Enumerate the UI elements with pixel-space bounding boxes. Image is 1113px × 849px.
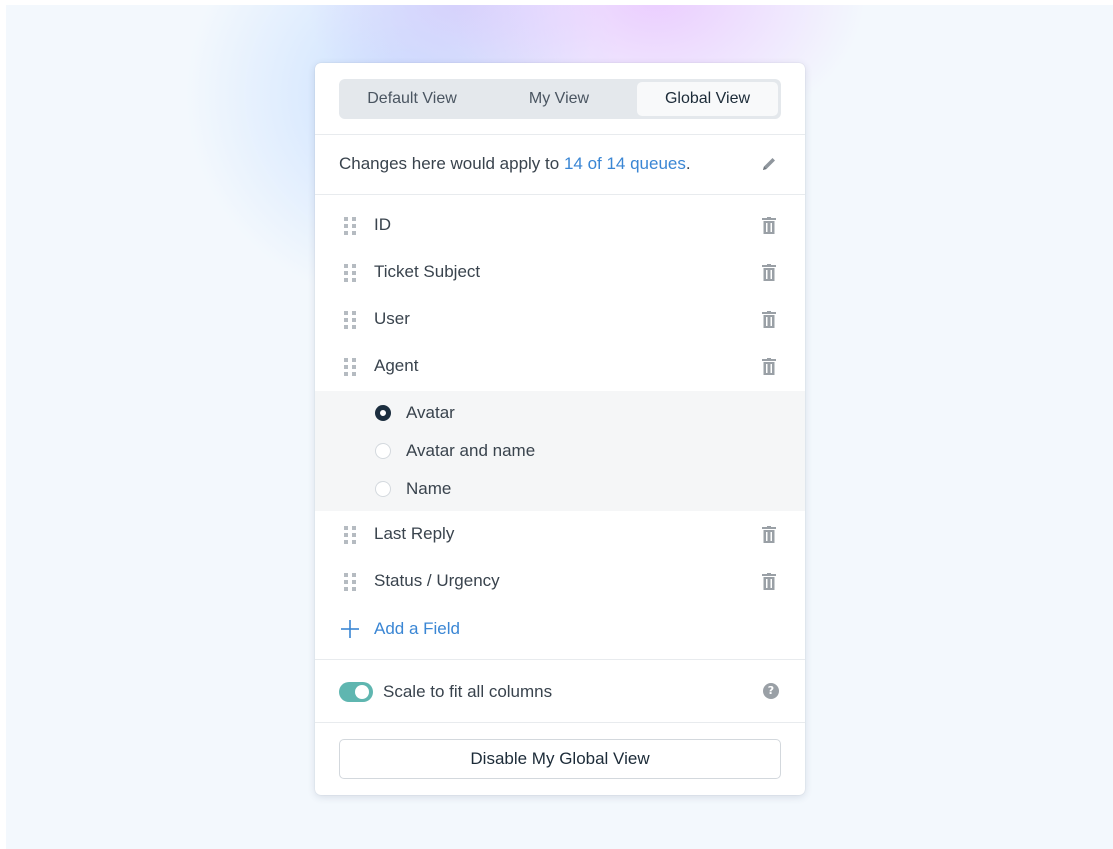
drag-handle-icon[interactable] [343,357,357,377]
field-row-agent[interactable]: Agent [315,343,805,390]
field-row-last-reply[interactable]: Last Reply [315,511,805,558]
field-label: ID [374,215,391,234]
option-label: Avatar [406,403,455,422]
pencil-icon[interactable] [760,155,778,173]
divider [315,134,805,135]
field-row-status-urgency[interactable]: Status / Urgency [315,558,805,605]
option-label: Name [406,479,452,498]
scale-to-fit-label: Scale to fit all columns [383,682,553,701]
field-label: User [374,309,410,328]
radio-unselected[interactable] [375,443,391,459]
radio-unselected[interactable] [375,481,391,497]
radio-selected[interactable] [375,405,391,421]
drag-handle-icon[interactable] [343,310,357,330]
queues-link[interactable]: 14 of 14 queues [564,154,686,173]
field-label: Last Reply [374,524,455,543]
view-tabs: Default View My View Global View [339,79,781,119]
trash-icon[interactable] [762,264,776,281]
changes-scope-text: Changes here would apply to 14 of 14 que… [339,154,691,174]
trash-icon[interactable] [762,573,776,590]
tab-default-view[interactable]: Default View [342,82,482,116]
drag-handle-icon[interactable] [343,525,357,545]
disable-global-view-button[interactable]: Disable My Global View [339,739,781,779]
plus-icon [341,620,359,638]
drag-handle-icon[interactable] [343,572,357,592]
trash-icon[interactable] [762,526,776,543]
divider [315,659,805,660]
field-row-id[interactable]: ID [315,202,805,249]
help-icon[interactable]: ? [763,683,779,699]
field-label: Status / Urgency [374,571,500,590]
option-label: Avatar and name [406,441,536,460]
trash-icon[interactable] [762,358,776,375]
column-settings-panel: Default View My View Global View Changes… [315,63,805,795]
scale-to-fit-toggle[interactable] [339,682,373,702]
tab-global-view[interactable]: Global View [637,82,778,116]
changes-suffix: . [685,154,691,173]
field-row-user[interactable]: User [315,296,805,343]
field-label: Ticket Subject [374,262,481,281]
drag-handle-icon[interactable] [343,263,357,283]
trash-icon[interactable] [762,311,776,328]
agent-display-options: Avatar Avatar and name Name [315,391,805,511]
tab-my-view[interactable]: My View [489,82,629,116]
divider [315,722,805,723]
changes-prefix: Changes here would apply to [339,154,564,173]
divider [315,194,805,195]
field-row-ticket-subject[interactable]: Ticket Subject [315,249,805,296]
add-field-label: Add a Field [374,619,460,638]
field-label: Agent [374,356,419,375]
trash-icon[interactable] [762,217,776,234]
drag-handle-icon[interactable] [343,216,357,236]
